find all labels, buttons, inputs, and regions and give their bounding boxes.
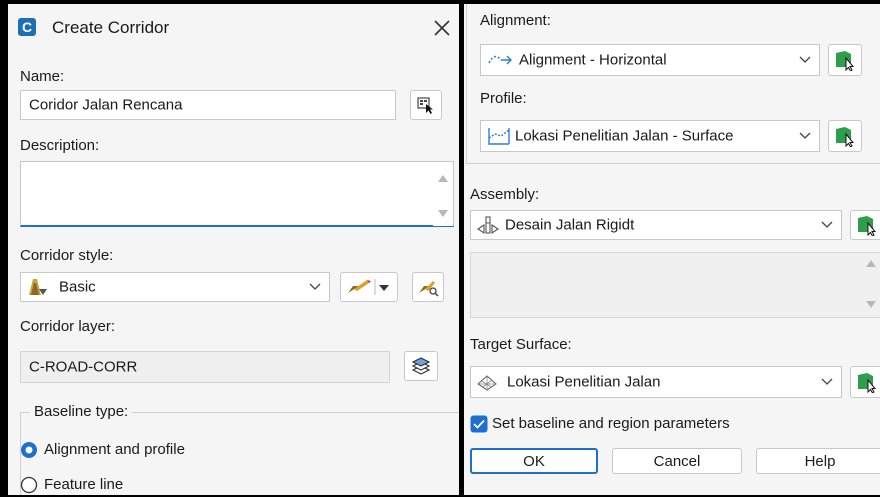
name-value: Coridor Jalan Rencana <box>29 96 183 114</box>
name-input[interactable]: Coridor Jalan Rencana <box>20 90 396 120</box>
radio-feature-line[interactable]: Feature line <box>20 474 220 495</box>
profile-value: Lokasi Penelitian Jalan - Surface <box>515 127 734 145</box>
alignment-value: Alignment - Horizontal <box>519 51 667 69</box>
target-surface-select[interactable]: Lokasi Penelitian Jalan <box>470 366 842 398</box>
assembly-label: Assembly: <box>470 186 540 203</box>
radio-feature-line-label: Feature line <box>44 476 124 493</box>
target-surface-label: Target Surface: <box>470 336 572 353</box>
dialog-title: Create Corridor <box>52 18 170 37</box>
alignment-select[interactable]: Alignment - Horizontal <box>480 44 820 76</box>
radio-unselected-icon <box>20 476 38 494</box>
chevron-down-icon <box>799 132 811 139</box>
help-button[interactable]: Help <box>756 448 880 474</box>
assembly-icon <box>477 216 499 235</box>
create-corridor-dialog-left: C Create Corridor Name: Coridor Jalan Re… <box>8 4 459 495</box>
profile-label: Profile: <box>480 90 527 107</box>
pick-from-drawing-icon <box>858 373 877 393</box>
preview-scrollbar[interactable] <box>861 253 880 317</box>
close-icon[interactable] <box>432 18 452 38</box>
description-label: Description: <box>20 137 100 154</box>
autodesk-civil-icon: C <box>18 18 36 36</box>
corridor-layer-value: C-ROAD-CORR <box>29 358 138 376</box>
set-baseline-checkbox-label: Set baseline and region parameters <box>492 415 730 432</box>
pick-from-drawing-icon <box>836 127 855 147</box>
pick-surface-button[interactable] <box>850 366 880 398</box>
assembly-preview-area <box>470 252 880 318</box>
layer-button[interactable] <box>404 351 438 381</box>
corridor-style-value: Basic <box>59 278 96 296</box>
radio-alignment-and-profile-label: Alignment and profile <box>44 441 185 458</box>
name-label: Name: <box>20 68 65 85</box>
corridor-layer-field: C-ROAD-CORR <box>20 351 390 383</box>
ok-button[interactable]: OK <box>470 448 598 474</box>
style-details-button[interactable] <box>412 272 444 302</box>
assembly-select[interactable]: Desain Jalan Rigidt <box>470 210 842 240</box>
pick-assembly-button[interactable] <box>850 210 880 240</box>
scroll-up-icon <box>866 260 876 267</box>
chevron-down-icon <box>309 283 321 290</box>
corridor-layer-label: Corridor layer: <box>20 318 116 335</box>
name-template-button[interactable] <box>410 90 442 120</box>
create-corridor-dialog-right: Alignment: Alignment - Horizontal Profil… <box>464 4 880 495</box>
chevron-down-icon <box>821 378 833 385</box>
baseline-type-label: Baseline type: <box>30 403 133 420</box>
target-surface-value: Lokasi Penelitian Jalan <box>507 373 661 391</box>
scroll-down-icon <box>438 210 448 217</box>
name-template-icon <box>417 97 433 114</box>
title-bar: C Create Corridor <box>8 4 459 54</box>
checkbox-checked-icon <box>470 415 488 433</box>
pick-from-drawing-icon <box>836 51 855 71</box>
pick-from-drawing-icon <box>858 216 877 236</box>
corridor-style-select[interactable]: Basic <box>20 272 330 302</box>
corridor-style-icon <box>29 279 47 295</box>
cancel-button[interactable]: Cancel <box>612 448 742 474</box>
description-input[interactable] <box>20 161 454 227</box>
alignment-label: Alignment: <box>480 12 551 29</box>
description-scrollbar[interactable] <box>433 162 453 226</box>
scroll-up-icon <box>438 175 448 182</box>
chevron-down-icon <box>799 56 811 63</box>
assembly-value: Desain Jalan Rigidt <box>505 216 635 234</box>
profile-select[interactable]: Lokasi Penelitian Jalan - Surface <box>480 120 820 152</box>
pick-profile-button[interactable] <box>828 120 862 152</box>
profile-icon <box>488 128 510 145</box>
scroll-down-icon <box>866 301 876 308</box>
set-baseline-checkbox[interactable]: Set baseline and region parameters <box>470 412 830 436</box>
edit-style-icon <box>348 279 389 295</box>
layer-icon <box>411 357 431 375</box>
surface-icon <box>477 375 497 391</box>
edit-style-button[interactable] <box>340 272 398 302</box>
pick-alignment-button[interactable] <box>828 44 862 76</box>
alignment-icon <box>488 55 512 65</box>
chevron-down-icon <box>821 221 833 228</box>
style-details-icon <box>419 281 439 297</box>
radio-alignment-and-profile[interactable]: Alignment and profile <box>20 438 280 462</box>
corridor-style-label: Corridor style: <box>20 247 114 264</box>
radio-selected-icon <box>21 442 37 458</box>
